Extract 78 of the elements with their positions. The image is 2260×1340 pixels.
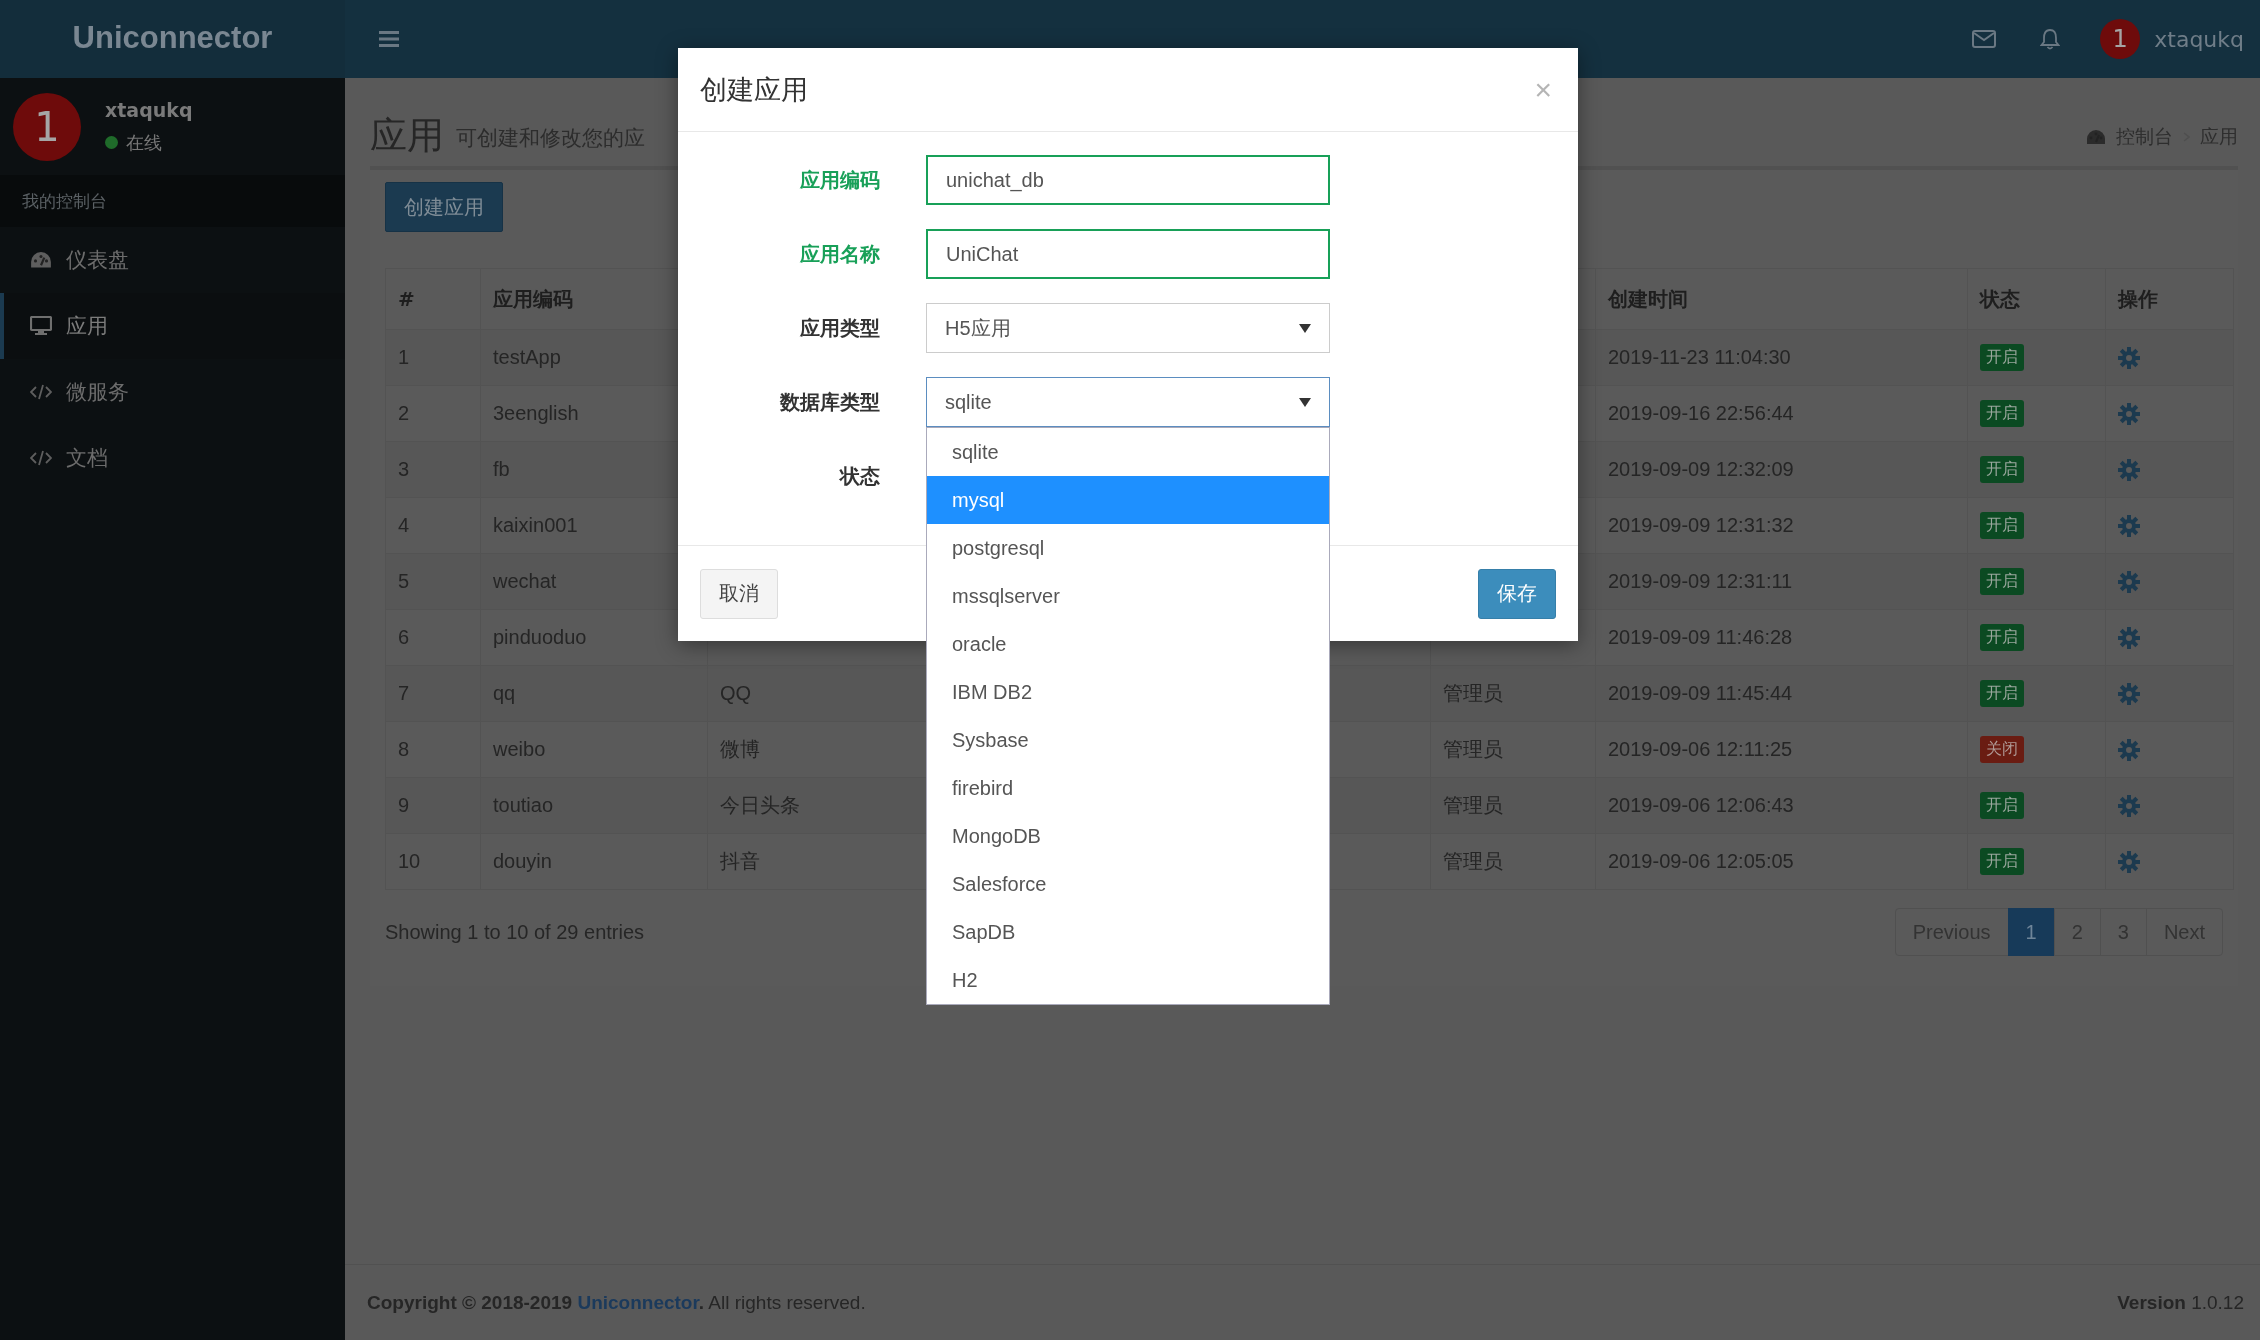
- text-field[interactable]: UniChat: [926, 229, 1330, 279]
- bell-icon: [2040, 28, 2061, 50]
- user-name: xtaqukq: [105, 98, 193, 121]
- settings-icon: [2118, 515, 2140, 538]
- status-badge: 开启: [1980, 568, 2024, 595]
- settings-button[interactable]: [2118, 795, 2140, 818]
- settings-button[interactable]: [2118, 347, 2140, 370]
- field-label: 应用名称: [799, 240, 880, 268]
- dashboard-icon: [30, 251, 52, 269]
- settings-icon: [2118, 851, 2140, 874]
- settings-icon: [2118, 795, 2140, 818]
- status-badge: 开启: [1980, 456, 2024, 483]
- text-field[interactable]: unichat_db: [926, 155, 1330, 205]
- column-header[interactable]: 状态: [1980, 286, 2020, 311]
- dropdown-option[interactable]: postgresql: [927, 524, 1329, 572]
- cancel-button[interactable]: 取消: [700, 568, 778, 619]
- column-header[interactable]: #: [398, 287, 415, 311]
- column-header[interactable]: 应用编码: [493, 286, 573, 311]
- close-button[interactable]: ×: [1530, 72, 1556, 107]
- status-badge: 开启: [1980, 344, 2024, 371]
- dropdown-option[interactable]: SapDB: [927, 908, 1329, 956]
- sidebar-section-title: 我的控制台: [0, 175, 345, 227]
- settings-button[interactable]: [2118, 515, 2140, 538]
- dropdown-option[interactable]: sqlite: [927, 428, 1329, 476]
- create-app-button[interactable]: 创建应用: [385, 182, 503, 232]
- field-label: 应用类型: [799, 314, 880, 342]
- save-button[interactable]: 保存: [1478, 568, 1556, 619]
- settings-icon: [2118, 571, 2140, 594]
- settings-icon: [2118, 403, 2140, 426]
- user-name[interactable]: xtaqukq: [2154, 26, 2244, 52]
- menu-icon: [379, 31, 399, 47]
- monitor-icon: [30, 316, 52, 336]
- settings-button[interactable]: [2118, 571, 2140, 594]
- dashboard-icon: [2086, 129, 2106, 145]
- status-badge: 开启: [1980, 512, 2024, 539]
- column-header[interactable]: 操作: [2118, 286, 2158, 311]
- settings-button[interactable]: [2118, 851, 2140, 874]
- user-avatar: 1: [13, 92, 81, 161]
- online-status-icon: [105, 136, 118, 149]
- dropdown-option[interactable]: mssqlserver: [927, 572, 1329, 620]
- pagination-button[interactable]: 1: [2007, 908, 2055, 956]
- status-badge: 关闭: [1980, 736, 2024, 763]
- code-icon: [30, 450, 52, 466]
- settings-button[interactable]: [2118, 403, 2140, 426]
- select-field[interactable]: H5应用: [926, 303, 1330, 353]
- caret-icon: [1299, 323, 1311, 333]
- app-logo[interactable]: Uniconnector: [0, 0, 345, 78]
- settings-icon: [2118, 739, 2140, 762]
- caret-icon: [1299, 397, 1311, 407]
- select-field[interactable]: sqlite: [926, 377, 1330, 427]
- status-badge: 开启: [1980, 848, 2024, 875]
- dropdown-option[interactable]: H2: [927, 956, 1329, 1004]
- dropdown-option[interactable]: IBM DB2: [927, 668, 1329, 716]
- settings-icon: [2118, 459, 2140, 482]
- column-header[interactable]: 创建时间: [1608, 286, 1688, 311]
- sidebar-item[interactable]: 微服务: [0, 359, 345, 425]
- settings-button[interactable]: [2118, 627, 2140, 650]
- modal-title: 创建应用: [700, 72, 809, 107]
- status-badge: 开启: [1980, 792, 2024, 819]
- user-avatar[interactable]: 1: [2100, 19, 2141, 59]
- settings-icon: [2118, 347, 2140, 370]
- user-status: 在线: [126, 130, 162, 155]
- sidebar-item[interactable]: 仪表盘: [0, 227, 345, 293]
- field-label: 应用编码: [799, 166, 880, 194]
- envelope-icon: [1972, 30, 1997, 48]
- field-label: 数据库类型: [779, 388, 880, 416]
- field-label: 状态: [838, 462, 880, 490]
- dropdown-option[interactable]: mysql: [927, 476, 1329, 524]
- settings-icon: [2118, 683, 2140, 706]
- status-badge: 开启: [1980, 400, 2024, 427]
- code-icon: [30, 384, 52, 400]
- settings-icon: [2118, 627, 2140, 650]
- sidebar-item[interactable]: 文档: [0, 425, 345, 491]
- status-badge: 开启: [1980, 624, 2024, 651]
- settings-button[interactable]: [2118, 459, 2140, 482]
- settings-button[interactable]: [2118, 739, 2140, 762]
- status-badge: 开启: [1980, 680, 2024, 707]
- settings-button[interactable]: [2118, 683, 2140, 706]
